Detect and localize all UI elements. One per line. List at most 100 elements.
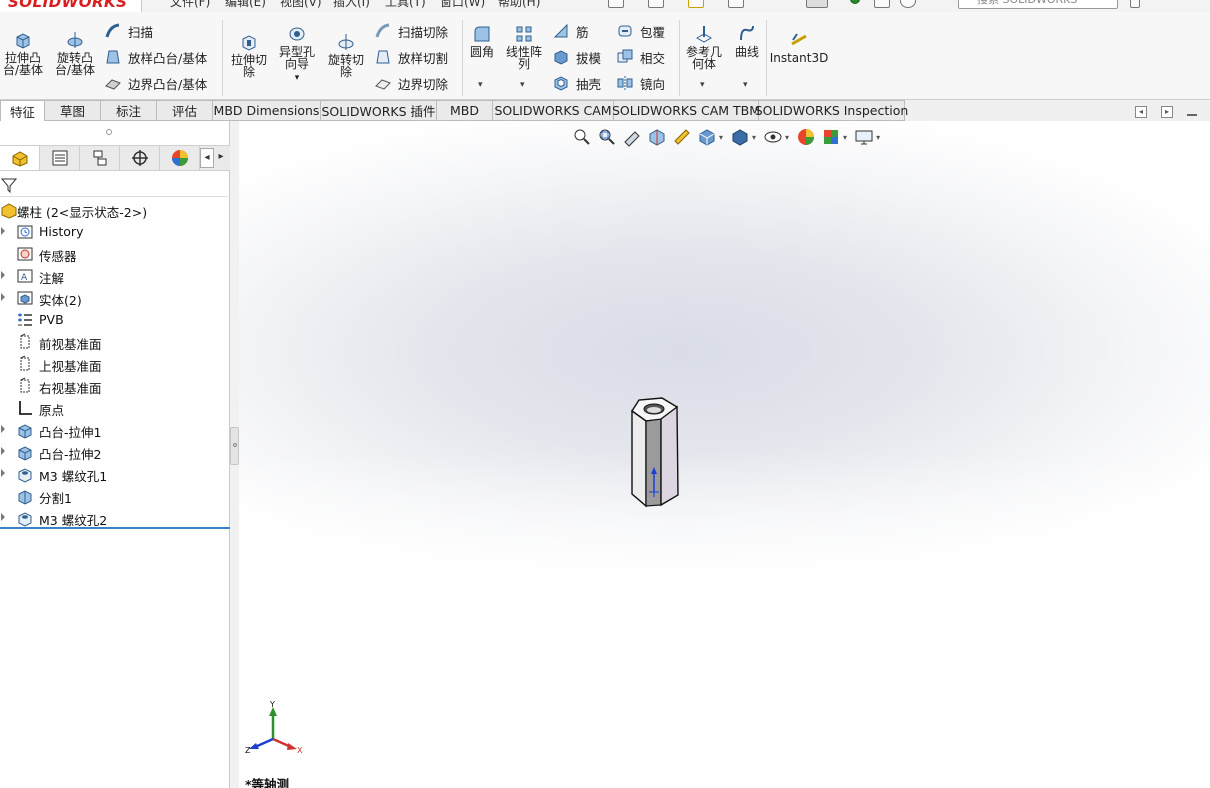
tab-markup[interactable]: 标注	[101, 100, 157, 121]
boundary-cut-button[interactable]: 边界切除	[374, 74, 448, 92]
shell-button[interactable]: 抽壳	[552, 74, 601, 92]
previous-view-icon[interactable]	[622, 127, 642, 147]
draft-button[interactable]: 拔模	[552, 48, 601, 66]
tree-item[interactable]: M3 螺纹孔2	[0, 507, 230, 529]
view-orientation-dropdown-icon[interactable]: ▾	[719, 133, 723, 142]
tab-mbd-dimensions[interactable]: MBD Dimensions	[213, 100, 321, 121]
apply-scene-dropdown-icon[interactable]: ▾	[843, 133, 847, 142]
wrap-button[interactable]: 包覆	[616, 22, 665, 40]
menu-insert[interactable]: 插入(I)	[333, 0, 370, 10]
revolve-boss-button[interactable]: 旋转凸 台/基体	[52, 30, 98, 76]
fillet-dropdown-icon[interactable]: ▾	[478, 80, 483, 90]
tree-item[interactable]: 原点	[0, 397, 230, 419]
open-icon[interactable]	[648, 0, 664, 8]
tabs-scroll-left-icon[interactable]: ◂	[200, 148, 214, 168]
tree-item[interactable]: History	[0, 221, 230, 243]
filter-icon[interactable]	[1, 177, 17, 193]
tab-solidworks-addins[interactable]: SOLIDWORKS 插件	[321, 100, 437, 121]
lofted-cut-button[interactable]: 放样切割	[374, 48, 448, 66]
tree-item[interactable]: M3 螺纹孔1	[0, 463, 230, 485]
tree-filter[interactable]	[0, 173, 228, 197]
reference-geometry-button[interactable]: 参考几 何体	[683, 24, 725, 70]
menu-help[interactable]: 帮助(H)	[498, 0, 540, 10]
tab-solidworks-cam[interactable]: SOLIDWORKS CAM	[493, 100, 614, 121]
boundary-boss-button[interactable]: 边界凸台/基体	[104, 74, 207, 92]
tree-item[interactable]: 凸台-拉伸2	[0, 441, 230, 463]
intersect-button[interactable]: 相交	[616, 48, 665, 66]
edit-appearance-icon[interactable]	[796, 127, 816, 147]
extrude-cut-button[interactable]: 拉伸切 除	[226, 32, 272, 78]
curves-dropdown-icon[interactable]: ▾	[743, 80, 748, 90]
mirror-button[interactable]: 镜向	[616, 74, 665, 92]
curves-button[interactable]: 曲线	[730, 24, 764, 58]
display-manager-tab[interactable]	[160, 146, 200, 170]
reference-geometry-dropdown-icon[interactable]: ▾	[700, 80, 705, 90]
tabs-scroll-right-icon[interactable]: ▸	[214, 148, 228, 168]
sweep-button[interactable]: 扫描	[104, 22, 153, 40]
hide-show-dropdown-icon[interactable]: ▾	[785, 133, 789, 142]
apply-scene-icon[interactable]	[821, 127, 841, 147]
revolve-cut-button[interactable]: 旋转切 除	[323, 32, 369, 78]
expand-arrow-icon[interactable]	[1, 425, 5, 433]
tree-root-part[interactable]: 螺柱 (2<显示状态-2>)	[0, 199, 230, 221]
options-gear-icon[interactable]	[900, 0, 916, 8]
menu-tools[interactable]: 工具(T)	[385, 0, 426, 10]
expand-arrow-icon[interactable]	[1, 271, 5, 279]
menu-view[interactable]: 视图(V)	[280, 0, 322, 10]
select-icon[interactable]	[806, 0, 828, 8]
hide-show-items-icon[interactable]	[763, 127, 783, 147]
expand-arrow-icon[interactable]	[1, 469, 5, 477]
tab-evaluate[interactable]: 评估	[157, 100, 213, 121]
section-view-icon[interactable]	[647, 127, 667, 147]
tree-item[interactable]: 右视基准面	[0, 375, 230, 397]
instant3d-button[interactable]: Instant3D	[770, 30, 828, 64]
feature-manager-tab[interactable]	[0, 146, 40, 170]
tab-solidworks-cam-tbm[interactable]: SOLIDWORKS CAM TBM	[612, 100, 760, 121]
fillet-button[interactable]: 圆角	[466, 24, 498, 58]
dimxpert-manager-tab[interactable]	[120, 146, 160, 170]
view-settings-icon[interactable]	[854, 127, 874, 147]
tree-item[interactable]: 上视基准面	[0, 353, 230, 375]
hole-wizard-button[interactable]: 异型孔 向导 ▾	[274, 24, 320, 84]
panel-grip-icon[interactable]	[106, 129, 112, 135]
linear-pattern-button[interactable]: 线性阵 列	[502, 24, 546, 70]
solidworks-logo[interactable]: SOLIDWORKS	[0, 0, 142, 12]
view-orientation-icon[interactable]	[697, 127, 717, 147]
rebuild-icon[interactable]	[688, 0, 704, 8]
zoom-to-area-icon[interactable]	[597, 127, 617, 147]
tree-item[interactable]: 传感器	[0, 243, 230, 265]
new-icon[interactable]	[608, 0, 624, 8]
expand-arrow-icon[interactable]	[1, 447, 5, 455]
tree-item[interactable]: 凸台-拉伸1	[0, 419, 230, 441]
expand-arrow-icon[interactable]	[1, 227, 5, 235]
view-settings-dropdown-icon[interactable]: ▾	[876, 133, 880, 142]
graphics-area[interactable]: ▾ ▾ ▾ ▾ ▾ Y Z X *等轴测	[239, 121, 1210, 788]
loft-boss-button[interactable]: 放样凸台/基体	[104, 48, 207, 66]
collapse-right-icon[interactable]: ▸	[1161, 106, 1173, 118]
hole-wizard-dropdown-icon[interactable]: ▾	[295, 72, 300, 84]
tree-item[interactable]: 前视基准面	[0, 331, 230, 353]
file-properties-icon[interactable]	[874, 0, 890, 8]
expand-arrow-icon[interactable]	[1, 293, 5, 301]
swept-cut-button[interactable]: 扫描切除	[374, 22, 448, 40]
zoom-to-fit-icon[interactable]	[572, 127, 592, 147]
menu-file[interactable]: 文件(F)	[170, 0, 210, 10]
dynamic-annotation-icon[interactable]	[672, 127, 692, 147]
status-icon[interactable]	[850, 0, 860, 4]
menu-edit[interactable]: 编辑(E)	[225, 0, 266, 10]
rollback-bar[interactable]	[0, 527, 230, 529]
tree-item[interactable]: PVB	[0, 309, 230, 331]
menu-window[interactable]: 窗口(W)	[440, 0, 485, 10]
hex-standoff-model[interactable]	[631, 397, 683, 509]
tree-item[interactable]: A 注解	[0, 265, 230, 287]
expand-arrow-icon[interactable]	[1, 513, 5, 521]
tab-solidworks-inspection[interactable]: SOLIDWORKS Inspection	[755, 100, 908, 121]
minimize-ribbon-icon[interactable]	[1187, 114, 1197, 116]
help-icon[interactable]	[1130, 0, 1140, 8]
configuration-manager-tab[interactable]	[80, 146, 120, 170]
rib-button[interactable]: 筋	[552, 22, 589, 40]
linear-pattern-dropdown-icon[interactable]: ▾	[520, 80, 525, 90]
save-icon[interactable]	[728, 0, 744, 8]
tree-item[interactable]: 分割1	[0, 485, 230, 507]
tab-features[interactable]: 特征	[0, 100, 45, 121]
